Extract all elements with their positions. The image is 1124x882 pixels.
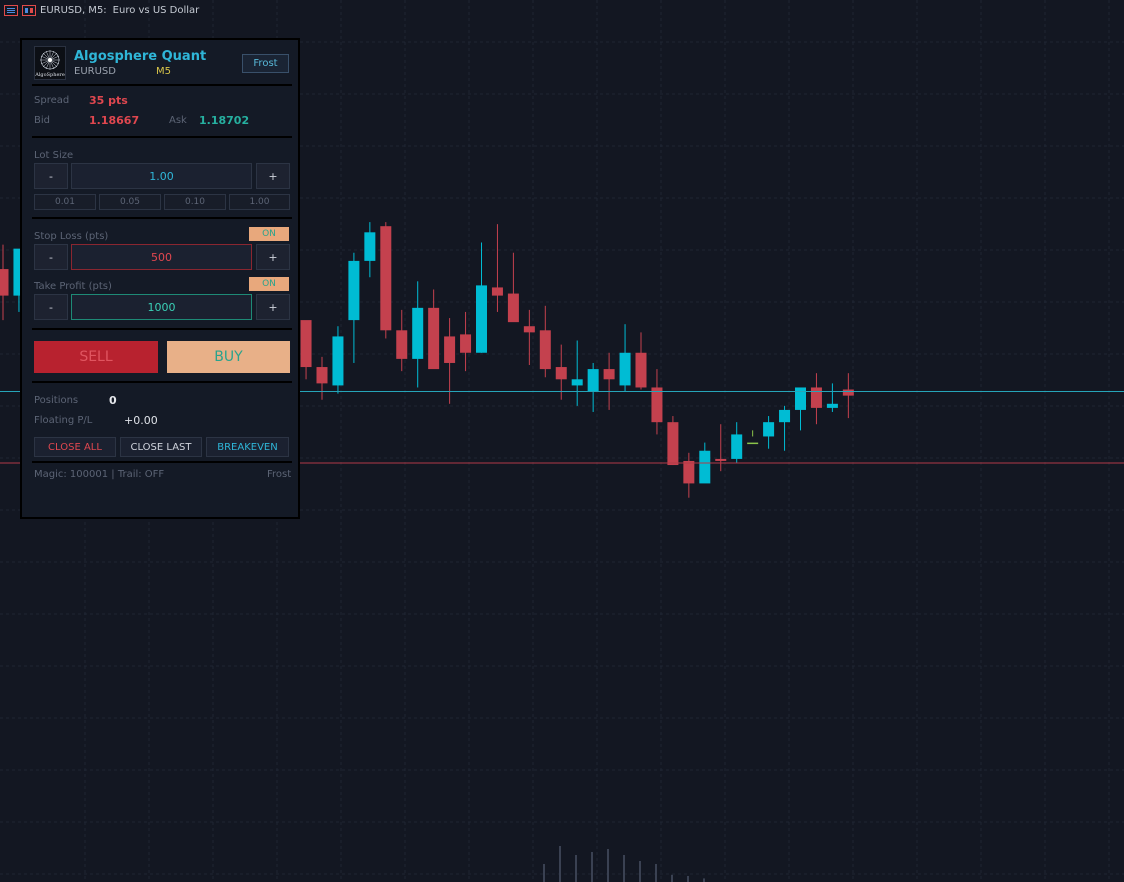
candle-body (763, 422, 775, 437)
bid-label: Bid (34, 115, 50, 126)
sell-button[interactable]: SELL (34, 341, 158, 373)
candle-body (332, 336, 344, 386)
chart-description: Euro vs US Dollar (112, 4, 200, 16)
lot-decrease-button[interactable]: - (34, 163, 68, 189)
candle-body (683, 460, 695, 484)
candle-body (539, 330, 551, 370)
algosphere-logo: AlgoSphere (34, 46, 66, 80)
chart-symbol-info: EURUSD, M5: (40, 4, 107, 16)
footer-theme: Frost (267, 469, 292, 480)
close-all-button[interactable]: CLOSE ALL (34, 437, 116, 457)
lot-size-input[interactable]: 1.00 (71, 163, 252, 189)
candle-body (0, 269, 9, 296)
take-profit-decrease-button[interactable]: - (34, 294, 68, 320)
stop-loss-label: Stop Loss (pts) (34, 231, 109, 242)
candle-body (396, 330, 408, 359)
candle-body (364, 232, 376, 261)
panel-symbol: EURUSD (74, 66, 116, 77)
candle-body (715, 458, 727, 461)
floating-pl-value: +0.00 (124, 414, 158, 427)
candle-body (747, 442, 759, 445)
candle-body (491, 287, 503, 296)
divider (32, 328, 292, 330)
candle-body (795, 387, 806, 410)
stop-loss-increase-button[interactable]: + (256, 244, 290, 270)
app-name: Algosphere Quant (74, 49, 207, 64)
candle-body (826, 403, 838, 408)
divider (32, 217, 292, 219)
lot-quick-001[interactable]: 0.01 (34, 194, 96, 210)
candle-body (603, 369, 615, 380)
candle-body (699, 450, 711, 484)
take-profit-input[interactable]: 1000 (71, 294, 252, 320)
spread-value: 35 pts (89, 94, 128, 107)
divider (32, 381, 292, 383)
candle-body (810, 387, 822, 408)
lot-quick-010[interactable]: 0.10 (164, 194, 226, 210)
candle-body (460, 334, 472, 353)
candle-body (651, 387, 663, 423)
one-click-trading-icon[interactable] (22, 4, 36, 16)
panel-header: AlgoSphere Algosphere Quant EURUSD M5 Fr… (32, 44, 292, 82)
candle-body (316, 367, 328, 384)
chart-title-bar: EURUSD, M5: Euro vs US Dollar (4, 3, 199, 17)
stop-loss-decrease-button[interactable]: - (34, 244, 68, 270)
candle-body (380, 226, 392, 331)
lot-size-label: Lot Size (34, 150, 74, 161)
candle-body (428, 307, 440, 370)
footer-info: Magic: 100001 | Trail: OFF (34, 469, 165, 480)
close-last-button[interactable]: CLOSE LAST (120, 437, 202, 457)
floating-pl-label: Floating P/L (34, 415, 93, 426)
take-profit-label: Take Profit (pts) (34, 281, 112, 292)
stop-loss-toggle[interactable]: ON (249, 227, 289, 241)
take-profit-toggle[interactable]: ON (249, 277, 289, 291)
candle-body (300, 320, 312, 368)
candle-body (842, 389, 854, 396)
positions-value: 0 (109, 394, 117, 407)
divider (32, 461, 292, 463)
candle-body (444, 336, 456, 363)
candle-body (635, 352, 647, 388)
lot-quick-100[interactable]: 1.00 (229, 194, 290, 210)
candle-body (476, 285, 487, 353)
divider (32, 84, 292, 86)
lot-quick-005[interactable]: 0.05 (99, 194, 161, 210)
ask-label: Ask (169, 115, 187, 126)
divider (32, 136, 292, 138)
candle-body (523, 326, 535, 333)
positions-label: Positions (34, 395, 79, 406)
candle-body (619, 352, 631, 386)
candle-body (348, 260, 360, 321)
chart-list-icon[interactable] (4, 4, 18, 16)
lot-increase-button[interactable]: + (256, 163, 290, 189)
candle-body (667, 422, 679, 466)
trade-panel: AlgoSphere Algosphere Quant EURUSD M5 Fr… (20, 38, 300, 519)
candle-body (571, 379, 583, 386)
ask-value: 1.18702 (199, 114, 250, 127)
candle-body (731, 434, 743, 459)
candle-body (587, 369, 599, 392)
theme-button[interactable]: Frost (242, 54, 289, 73)
bid-value: 1.18667 (89, 114, 140, 127)
logo-text: AlgoSphere (35, 72, 65, 78)
candle-body (412, 307, 424, 359)
breakeven-button[interactable]: BREAKEVEN (206, 437, 289, 457)
candle-body (555, 367, 567, 380)
panel-timeframe: M5 (156, 66, 171, 77)
stop-loss-input[interactable]: 500 (71, 244, 252, 270)
spread-label: Spread (34, 95, 70, 106)
candle-body (779, 409, 791, 423)
buy-button[interactable]: BUY (167, 341, 290, 373)
take-profit-increase-button[interactable]: + (256, 294, 290, 320)
candle-body (507, 293, 519, 323)
